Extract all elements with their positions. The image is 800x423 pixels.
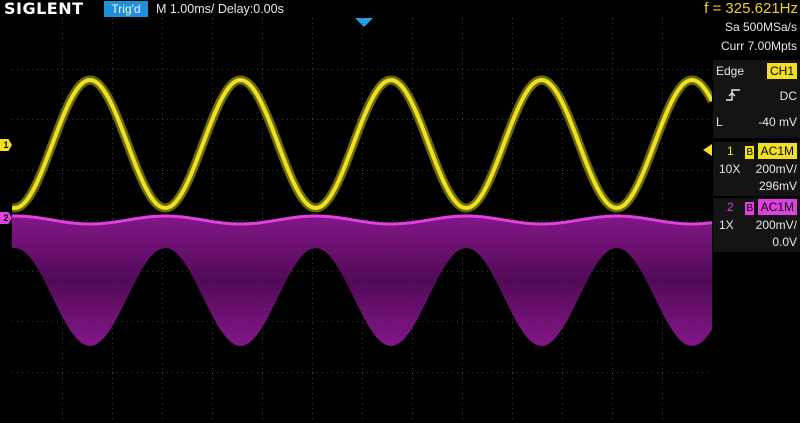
top-status-bar: SIGLENT Trig'd M 1.00ms/ Delay:0.00s f =…: [0, 0, 800, 18]
channel1-bw-limit-badge: B: [745, 146, 755, 159]
channel1-scale: 200mV/: [755, 162, 797, 176]
channel1-settings-box[interactable]: 1 B AC1M 10X 200mV/ 296mV: [713, 142, 800, 196]
channel1-offset: 296mV: [758, 179, 797, 193]
memory-depth: Curr 7.00Mpts: [720, 39, 797, 53]
frequency-readout: f = 325.621Hz: [704, 0, 798, 17]
trigger-level-marker[interactable]: [703, 144, 712, 156]
trigger-level-value: -40 mV: [758, 115, 797, 129]
channel2-offset: 0.0V: [772, 235, 797, 249]
sample-rate: Sa 500MSa/s: [724, 20, 797, 34]
channel2-settings-box[interactable]: 2 B AC1M 1X 200mV/ 0.0V: [713, 198, 800, 252]
channel2-envelope: [12, 216, 712, 346]
channel1-offset-marker[interactable]: 1: [0, 139, 12, 151]
waveform-grid[interactable]: [12, 18, 712, 422]
trigger-coupling: DC: [779, 89, 797, 103]
channel2-coupling: AC1M: [757, 199, 797, 215]
channel1-coupling: AC1M: [757, 143, 797, 159]
right-info-panel: Sa 500MSa/s Curr 7.00Mpts Edge CH1 DC L …: [713, 18, 800, 423]
brand-logo: SIGLENT: [4, 0, 84, 18]
timebase-readout[interactable]: M 1.00ms/ Delay:0.00s: [156, 1, 284, 17]
channel2-bw-limit-badge: B: [745, 202, 755, 215]
channel2-scale: 200mV/: [755, 218, 797, 232]
trigger-settings-box[interactable]: Edge CH1 DC L -40 mV: [713, 60, 800, 138]
trigger-status-badge[interactable]: Trig'd: [104, 1, 148, 17]
trigger-source: CH1: [766, 63, 797, 79]
channel2-waveform: [12, 214, 712, 346]
channel2-offset-marker[interactable]: 2: [0, 212, 12, 224]
